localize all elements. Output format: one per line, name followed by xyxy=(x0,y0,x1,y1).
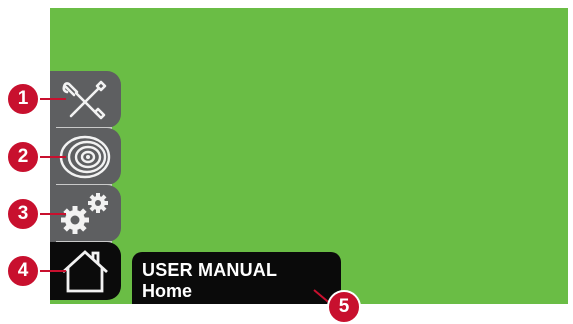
help-illustration: USER MANUAL Home 1 2 3 4 5 xyxy=(0,0,573,324)
manual-subtitle: Home xyxy=(142,281,193,301)
manual-title: USER MANUAL xyxy=(142,260,278,280)
callout-badge-3: 3 xyxy=(6,197,40,231)
callout-leader xyxy=(40,156,66,158)
help-context-panel: USER MANUAL Home xyxy=(132,252,341,304)
callout-leader xyxy=(40,98,66,100)
callout-leader xyxy=(40,213,66,215)
callout-badge-4: 4 xyxy=(6,254,40,288)
callout-badge-1: 1 xyxy=(6,82,40,116)
callout-leader xyxy=(40,270,66,272)
callout-badge-5: 5 xyxy=(327,290,361,324)
callout-badge-2: 2 xyxy=(6,140,40,174)
